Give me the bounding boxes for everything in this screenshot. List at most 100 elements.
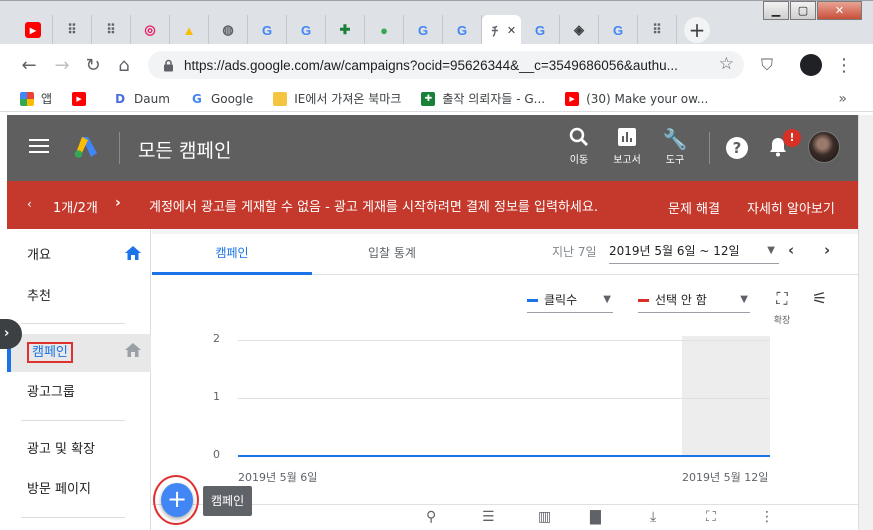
bookmark-item[interactable]: IE에서 가져온 북마크 [273, 90, 401, 107]
next-period-icon[interactable]: › [824, 241, 830, 259]
page-scrollbar[interactable] [858, 115, 873, 530]
bookmark-item[interactable]: 앱 [20, 90, 52, 107]
browser-tab[interactable]: ◈ [560, 15, 599, 45]
goto-label: 이동 [569, 155, 589, 166]
bookmarks-overflow-icon[interactable]: » [838, 91, 847, 107]
back-icon[interactable]: ← [17, 53, 41, 77]
tools-button[interactable]: 🔧 도구 [653, 127, 697, 166]
browser-tab[interactable]: G [443, 15, 482, 45]
target-icon: ◎ [144, 22, 156, 37]
reload-icon[interactable]: ↻ [81, 53, 105, 77]
browser-tab[interactable]: ﾁ ✕ [482, 15, 521, 45]
sidebar-item-label: 캠페인 [27, 342, 73, 363]
metric2-selector[interactable]: 선택 안 함 ▼ [638, 289, 750, 313]
profile-icon[interactable] [799, 53, 823, 77]
bookmark-star-icon[interactable]: ☆ [719, 54, 734, 74]
globe-icon: ◍ [222, 22, 234, 37]
sidebar-item-ads-extensions[interactable]: 광고 및 확장 [7, 431, 151, 469]
series-line-clicks [238, 455, 770, 457]
browser-toolbar: ← → ↻ ⌂ https://ads.google.com/aw/campai… [0, 44, 873, 86]
sidebar-item-label: 광고 및 확장 [27, 442, 96, 457]
columns-icon[interactable]: ▥ [538, 509, 551, 525]
date-range-value: 2019년 5월 6일 ~ 12일 [609, 244, 740, 258]
browser-tab[interactable]: ⠿ [638, 15, 677, 45]
alert-prev-icon[interactable]: ‹ [27, 197, 32, 211]
folder-icon [273, 91, 288, 106]
tools-label: 도구 [665, 155, 685, 166]
sidebar-item-overview[interactable]: 개요 [7, 237, 151, 275]
forward-icon[interactable]: → [50, 53, 74, 77]
browser-tab[interactable]: ▲ [170, 15, 209, 45]
fix-problem-link[interactable]: 문제 해결 [668, 198, 720, 217]
sidebar-item-landing-pages[interactable]: 방문 페이지 [7, 471, 151, 509]
goto-button[interactable]: 이동 [557, 127, 601, 166]
tab-campaigns[interactable]: 캠페인 [152, 234, 312, 275]
dots-app-icon: ⠿ [106, 22, 116, 37]
chart-settings-icon[interactable]: ⚟ [812, 289, 827, 309]
learn-more-link[interactable]: 자세히 알아보기 [747, 198, 835, 217]
bookmark-item[interactable]: ▶ [72, 91, 93, 106]
bookmark-item[interactable]: G Google [190, 92, 253, 106]
cross-icon: ✚ [339, 22, 351, 37]
app-header: 모든 캠페인 이동 보고서 🔧 도구 ? ! [7, 115, 858, 181]
sidebar-item-ad-groups[interactable]: 광고그룹 [7, 374, 151, 412]
browser-tab[interactable]: ⠿ [53, 15, 92, 45]
search-icon[interactable]: ⚲ [426, 509, 436, 525]
alert-next-icon[interactable]: › [115, 195, 121, 211]
daum-icon: D [115, 91, 126, 106]
bookmark-item[interactable]: ▶ (30) Make your ow... [565, 91, 708, 106]
sidebar-item-recommendations[interactable]: 추천 [7, 278, 151, 316]
maximize-button[interactable]: ▢ [790, 1, 816, 20]
home-icon[interactable]: ⌂ [112, 53, 136, 77]
cube-icon: ◈ [574, 22, 584, 37]
browser-tab[interactable]: G [521, 15, 560, 45]
minimize-button[interactable]: ▁ [763, 1, 789, 20]
tab-auction-insights[interactable]: 입찰 통계 [312, 234, 472, 275]
sidebar-divider [21, 517, 125, 518]
more-icon[interactable]: ⋮ [760, 509, 774, 525]
download-icon[interactable]: ⤓ [650, 509, 656, 525]
notification-badge: ! [783, 129, 801, 147]
help-icon[interactable]: ? [726, 137, 748, 159]
window-controls: ▁ ▢ ✕ [763, 1, 863, 20]
browser-tab[interactable]: ◎ [131, 15, 170, 45]
browser-tab[interactable]: ⠿ [92, 15, 131, 45]
bookmark-label: Daum [134, 91, 170, 106]
browser-tab[interactable]: G [599, 15, 638, 45]
date-range-picker[interactable]: 2019년 5월 6일 ~ 12일 ▼ [609, 240, 779, 264]
expand-icon[interactable]: ⛶ [706, 509, 716, 525]
avatar[interactable] [808, 131, 840, 163]
chart-highlight-band [682, 336, 770, 456]
chart-gridline [238, 340, 770, 341]
add-campaign-button[interactable]: + [161, 483, 193, 517]
url-text[interactable]: https://ads.google.com/aw/campaigns?ocid… [184, 58, 709, 73]
sidebar-item-campaigns[interactable]: 캠페인 [7, 334, 151, 372]
close-window-button[interactable]: ✕ [817, 1, 862, 20]
browser-tab[interactable]: G [287, 15, 326, 45]
browser-menu-icon[interactable]: ⋮ [832, 53, 856, 77]
browser-tab[interactable]: ● [365, 15, 404, 45]
browser-tab[interactable]: G [248, 15, 287, 45]
address-bar[interactable]: https://ads.google.com/aw/campaigns?ocid… [148, 51, 744, 79]
metric1-selector[interactable]: 클릭수 ▼ [527, 289, 613, 313]
bookmark-item[interactable]: ✚ 출작 의뢰자들 - G... [421, 90, 545, 107]
shield-extension-icon[interactable]: ⛉ [755, 53, 779, 77]
reports-icon[interactable]: ▇ [590, 509, 601, 525]
prev-period-icon[interactable]: ‹ [788, 241, 794, 259]
browser-tab[interactable]: ▶ [14, 15, 53, 45]
close-tab-icon[interactable]: ✕ [507, 24, 516, 37]
browser-tab[interactable]: G [404, 15, 443, 45]
browser-tab[interactable]: ✚ [326, 15, 365, 45]
fab-highlight: + [153, 475, 199, 525]
hamburger-menu-icon[interactable] [29, 139, 49, 157]
bookmark-label: Google [210, 91, 254, 106]
bookmark-item[interactable]: D Daum [113, 92, 170, 106]
browser-tab[interactable]: ◍ [209, 15, 248, 45]
reports-button[interactable]: 보고서 [605, 127, 649, 166]
filter-icon[interactable]: ☰ [482, 509, 495, 525]
bookmark-label: 출작 의뢰자들 - G... [442, 92, 546, 106]
reports-icon [605, 127, 649, 151]
home-icon [125, 237, 141, 275]
chart-gridline [238, 398, 770, 399]
new-tab-button[interactable]: + [684, 17, 710, 43]
